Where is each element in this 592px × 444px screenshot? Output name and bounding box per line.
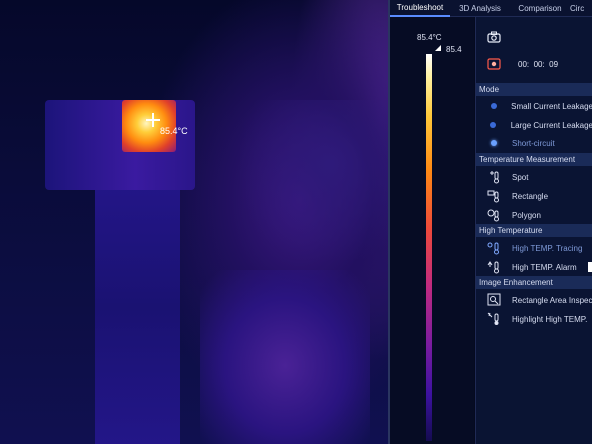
record-timer: 00: 00: 09 — [518, 59, 559, 69]
enhance-area-inspect[interactable]: Rectangle Area Inspec — [476, 291, 592, 309]
measure-rectangle[interactable]: Rectangle — [476, 187, 592, 205]
radio-selected-icon[interactable] — [491, 140, 497, 146]
mode-small-current[interactable]: Small Current Leakage — [476, 97, 592, 115]
mode-short-circuit[interactable]: Short-circuit — [476, 134, 592, 152]
thermal-image-view[interactable]: 85.4°C — [0, 0, 388, 444]
high-temp-tracing[interactable]: High TEMP. Tracing — [476, 239, 592, 257]
high-temp-label: High TEMP. Tracing — [512, 243, 583, 253]
enhance-label: Rectangle Area Inspec — [512, 295, 592, 305]
mode-label: Large Current Leakage — [510, 120, 592, 130]
tab-3d-analysis[interactable]: 3D Analysis — [450, 0, 510, 17]
high-temp-label: High TEMP. Alarm — [512, 262, 577, 272]
tab-bar: Troubleshoot 3D Analysis Comparison Circ — [390, 0, 592, 17]
tab-circ[interactable]: Circ — [570, 0, 592, 17]
highlight-icon — [476, 312, 512, 326]
enhance-highlight[interactable]: Highlight High TEMP. — [476, 310, 592, 328]
scale-max-label: 85.4°C — [417, 33, 442, 42]
measure-spot[interactable]: Spot — [476, 168, 592, 186]
record-icon[interactable] — [476, 58, 512, 70]
crosshair-icon — [146, 113, 160, 127]
record-row: 00: 00: 09 — [476, 55, 592, 73]
mode-label: Small Current Leakage — [511, 101, 592, 111]
high-temp-header: High Temperature — [476, 224, 592, 237]
measurement-header: Temperature Measurement — [476, 153, 592, 166]
scale-color-bar — [426, 54, 432, 441]
high-temp-alarm[interactable]: High TEMP. Alarm — [476, 258, 592, 276]
tracing-thermometer-icon — [476, 241, 512, 255]
mode-header: Mode — [476, 83, 592, 96]
measure-polygon[interactable]: Polygon — [476, 206, 592, 224]
temperature-scale: 85.4°C 85.4 — [390, 17, 474, 444]
area-inspect-icon — [476, 293, 512, 307]
control-panel: 00: 00: 09 Mode Small Current Leakage La… — [475, 17, 592, 444]
tab-comparison[interactable]: Comparison — [510, 0, 570, 17]
radio-icon[interactable] — [490, 122, 497, 128]
polygon-thermometer-icon — [476, 208, 512, 222]
spot-temperature-label: 85.4°C — [160, 126, 188, 136]
thermal-background-blob — [240, 100, 388, 260]
mode-label: Short-circuit — [512, 138, 555, 148]
measure-label: Polygon — [512, 210, 541, 220]
camera-icon[interactable] — [476, 31, 512, 43]
enhancement-header: Image Enhancement — [476, 276, 592, 289]
enhance-label: Highlight High TEMP. — [512, 314, 588, 324]
snapshot-row — [476, 28, 592, 46]
thermal-lower-glow — [200, 270, 370, 444]
tab-troubleshoot[interactable]: Troubleshoot — [390, 0, 450, 17]
thermal-device-stem — [95, 170, 180, 444]
alarm-thermometer-icon — [476, 260, 512, 274]
measure-label: Rectangle — [512, 191, 549, 201]
alarm-toggle[interactable] — [588, 262, 592, 272]
scale-marker-icon — [435, 45, 441, 51]
rectangle-thermometer-icon — [476, 189, 512, 203]
scale-current-label: 85.4 — [446, 45, 462, 54]
mode-large-current[interactable]: Large Current Leakage — [476, 116, 592, 134]
spot-thermometer-icon — [476, 170, 512, 184]
radio-icon[interactable] — [490, 103, 497, 109]
measure-label: Spot — [512, 172, 529, 182]
